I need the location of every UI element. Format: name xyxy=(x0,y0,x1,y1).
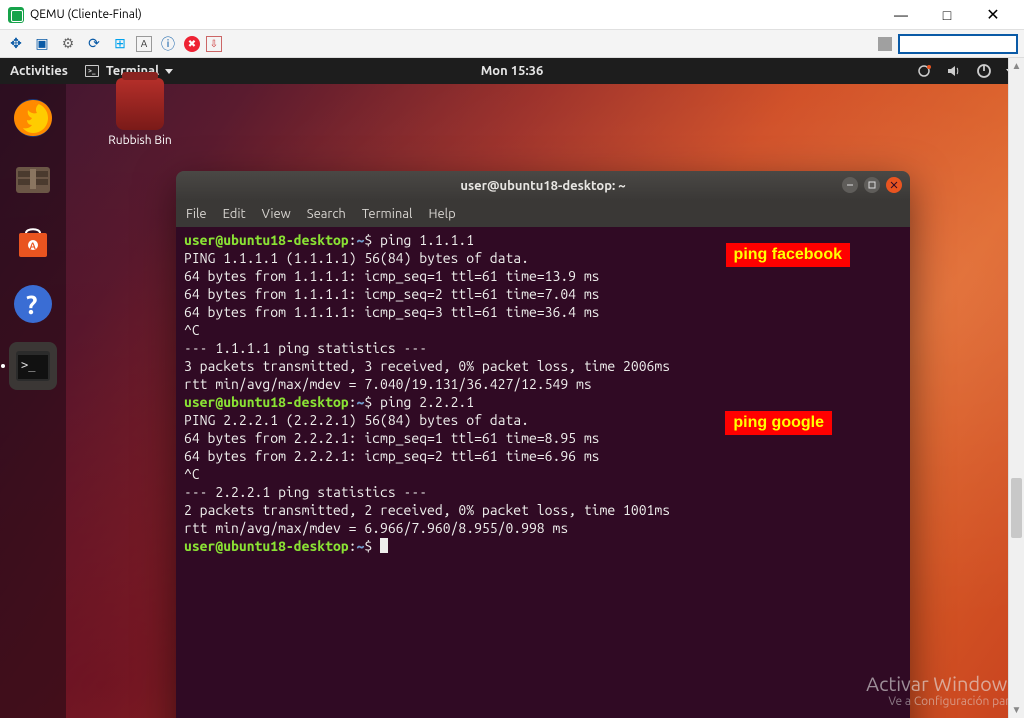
qemu-search-input[interactable] xyxy=(898,34,1018,54)
refresh-icon[interactable]: ⟳ xyxy=(84,34,104,54)
command-1: ping 1.1.1.1 xyxy=(372,232,474,248)
clock[interactable]: Mon 15:36 xyxy=(481,64,544,78)
firefox-icon xyxy=(12,97,54,139)
svg-text:>_: >_ xyxy=(21,358,36,372)
activities-button[interactable]: Activities xyxy=(10,64,68,78)
prompt-user: user@ubuntu18-desktop xyxy=(184,538,349,554)
svg-text:?: ? xyxy=(26,290,37,319)
prompt-user: user@ubuntu18-desktop xyxy=(184,232,349,248)
terminal-icon: >_ xyxy=(12,345,54,387)
files-icon xyxy=(12,159,54,201)
qemu-icon xyxy=(8,7,24,23)
annotation-ping-google: ping google xyxy=(725,411,832,435)
terminal-close-button[interactable] xyxy=(886,177,902,193)
doc-a-icon[interactable]: A xyxy=(136,36,152,52)
monitor-icon[interactable]: ▣ xyxy=(32,34,52,54)
shopping-bag-icon: A xyxy=(12,221,54,263)
host-maximize-button[interactable]: □ xyxy=(924,0,970,30)
prompt-dollar: $ xyxy=(364,538,372,554)
dock-firefox[interactable] xyxy=(9,94,57,142)
power-icon xyxy=(976,63,992,79)
prompt-dollar: $ xyxy=(364,394,372,410)
scroll-down-icon[interactable]: ▼ xyxy=(1009,702,1024,718)
chevron-down-icon xyxy=(165,69,173,74)
dock: A ? >_ xyxy=(0,84,66,718)
delete-icon[interactable]: ✖ xyxy=(184,36,200,52)
terminal-menubar: File Edit View Search Terminal Help xyxy=(176,201,910,227)
color-swatch xyxy=(878,37,892,51)
desktop-trash[interactable]: Rubbish Bin xyxy=(96,78,184,147)
annotation-ping-facebook: ping facebook xyxy=(726,243,850,267)
output-2: PING 2.2.2.1 (2.2.2.1) 56(84) bytes of d… xyxy=(184,412,670,536)
info-icon[interactable]: ⓘ xyxy=(158,34,178,54)
fullscreen-icon[interactable]: ✥ xyxy=(6,34,26,54)
host-window-title: QEMU (Cliente-Final) xyxy=(30,8,142,21)
trash-icon xyxy=(116,78,164,130)
windows-icon[interactable]: ⊞ xyxy=(110,34,130,54)
scrollbar-thumb[interactable] xyxy=(1011,478,1022,538)
terminal-maximize-button[interactable] xyxy=(864,177,880,193)
download-icon[interactable]: ⇩ xyxy=(206,36,222,52)
output-1: PING 1.1.1.1 (1.1.1.1) 56(84) bytes of d… xyxy=(184,250,670,392)
menu-edit[interactable]: Edit xyxy=(223,207,246,221)
dock-files[interactable] xyxy=(9,156,57,204)
menu-terminal[interactable]: Terminal xyxy=(362,207,413,221)
help-icon: ? xyxy=(12,283,54,325)
menu-help[interactable]: Help xyxy=(428,207,455,221)
host-vertical-scrollbar[interactable]: ▲ ▼ xyxy=(1008,58,1024,718)
scroll-up-icon[interactable]: ▲ xyxy=(1009,58,1024,74)
terminal-minimize-button[interactable] xyxy=(842,177,858,193)
volume-icon xyxy=(946,63,962,79)
menu-search[interactable]: Search xyxy=(307,207,346,221)
dock-terminal[interactable]: >_ xyxy=(9,342,57,390)
watermark-line2: Ve a Configuración para xyxy=(866,695,1016,708)
terminal-titlebar[interactable]: user@ubuntu18-desktop: ~ xyxy=(176,171,910,201)
watermark-line1: Activar Windows xyxy=(866,672,1016,695)
svg-text:A: A xyxy=(30,241,37,251)
terminal-window: user@ubuntu18-desktop: ~ File Edit View … xyxy=(176,171,910,718)
terminal-body[interactable]: user@ubuntu18-desktop:~$ ping 1.1.1.1 PI… xyxy=(176,227,910,718)
windows-activation-watermark: Activar Windows Ve a Configuración para xyxy=(866,672,1016,708)
terminal-panel-icon: >_ xyxy=(84,63,100,79)
command-2: ping 2.2.2.1 xyxy=(372,394,474,410)
terminal-cursor xyxy=(380,538,388,553)
host-close-button[interactable]: ✕ xyxy=(970,0,1016,30)
host-window-titlebar: QEMU (Cliente-Final) — □ ✕ xyxy=(0,0,1024,30)
host-minimize-button[interactable]: — xyxy=(878,0,924,30)
guest-desktop: Activities >_ Terminal Mon 15:36 A ? >_ xyxy=(0,58,1024,718)
prompt-dollar: $ xyxy=(364,232,372,248)
dock-software[interactable]: A xyxy=(9,218,57,266)
network-icon xyxy=(916,63,932,79)
menu-file[interactable]: File xyxy=(186,207,207,221)
qemu-toolbar: ✥ ▣ ⚙ ⟳ ⊞ A ⓘ ✖ ⇩ xyxy=(0,30,1024,58)
settings-icon[interactable]: ⚙ xyxy=(58,34,78,54)
system-tray[interactable] xyxy=(916,63,1014,79)
menu-view[interactable]: View xyxy=(262,207,291,221)
dock-help[interactable]: ? xyxy=(9,280,57,328)
desktop-trash-label: Rubbish Bin xyxy=(96,134,184,147)
terminal-title: user@ubuntu18-desktop: ~ xyxy=(460,179,625,193)
svg-text:>_: >_ xyxy=(88,67,96,75)
prompt-user: user@ubuntu18-desktop xyxy=(184,394,349,410)
